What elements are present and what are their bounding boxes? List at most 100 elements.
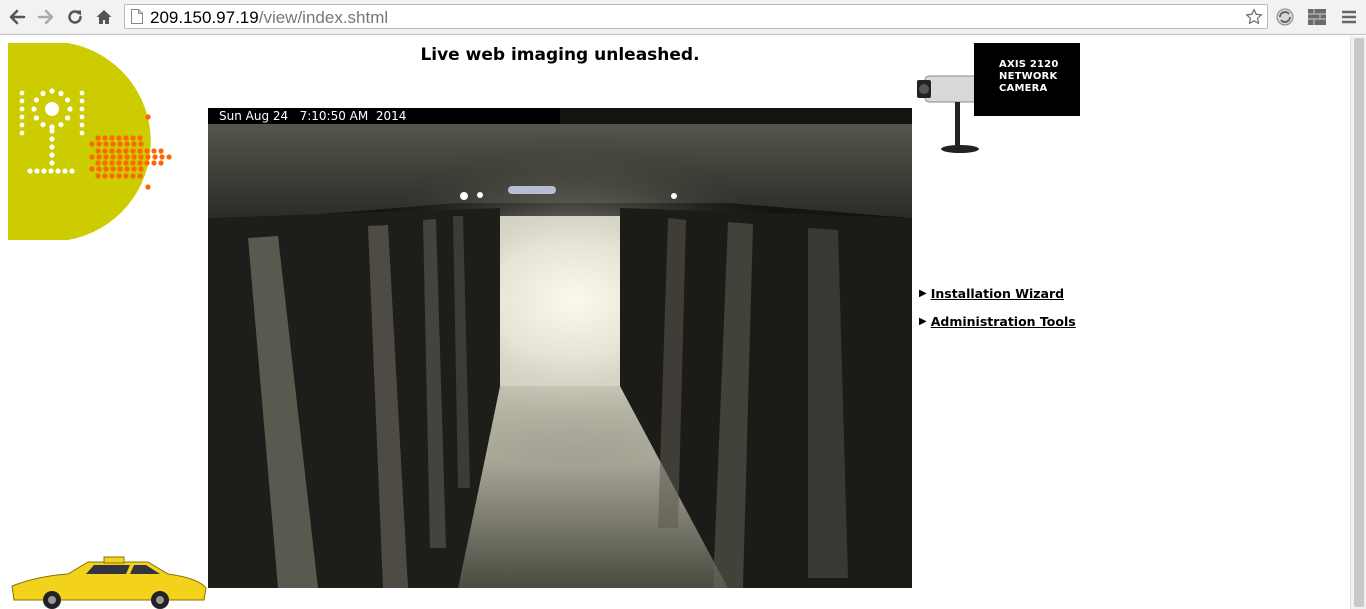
logo-dot: [123, 160, 129, 166]
logo-dot: [33, 115, 40, 121]
logo-dot: [102, 173, 108, 179]
logo-dot: [138, 154, 144, 160]
logo-dot: [102, 135, 108, 141]
logo-dot: [103, 154, 109, 160]
video-frame: [208, 108, 912, 588]
reload-icon: [68, 10, 82, 24]
logo-dot: [159, 154, 165, 160]
logo-dot: [145, 184, 151, 190]
logo-dot: [95, 135, 101, 141]
badge-line-1: AXIS 2120: [999, 59, 1059, 70]
browser-toolbar: 209.150.97.19/view/index.shtml: [0, 0, 1366, 35]
logo-dot: [131, 166, 137, 172]
logo-dot: [96, 141, 102, 147]
administration-tools-link[interactable]: Administration Tools: [931, 314, 1076, 329]
reload-button[interactable]: [64, 6, 86, 28]
logo-dot: [124, 166, 130, 172]
logo-dot: [130, 148, 136, 154]
logo-dot: [123, 173, 129, 179]
bookmark-star-icon[interactable]: [1245, 8, 1263, 26]
logo-dot: [27, 168, 33, 174]
triangle-right-icon: ▶: [919, 315, 927, 327]
axis-logo: [8, 43, 188, 240]
logo-dot: [49, 88, 55, 94]
back-icon: [9, 9, 26, 25]
logo-dot: [19, 98, 25, 104]
logo-dot: [145, 154, 151, 160]
logo-dot: [31, 106, 37, 112]
logo-dot: [137, 173, 143, 179]
logo-dot: [110, 154, 116, 160]
logo-dot: [79, 106, 85, 112]
logo-dot: [138, 166, 144, 172]
taxi-icon: [11, 556, 207, 609]
logo-dot: [40, 121, 46, 128]
logo-dot: [117, 166, 123, 172]
logo-dot: [116, 148, 122, 154]
logo-dot: [117, 154, 123, 160]
address-bar[interactable]: 209.150.97.19/view/index.shtml: [124, 4, 1268, 29]
logo-dot: [109, 148, 115, 154]
logo-dot: [130, 173, 136, 179]
logo-dot: [151, 148, 157, 154]
logo-dot: [49, 144, 55, 150]
logo-dot: [116, 173, 122, 179]
back-button[interactable]: [6, 6, 28, 28]
logo-dot: [45, 102, 59, 116]
extension-icon[interactable]: [1306, 6, 1328, 28]
logo-dot: [79, 90, 85, 96]
page-icon: [131, 9, 143, 24]
logo-dot: [89, 166, 95, 172]
logo-dot: [102, 160, 108, 166]
logo-dot: [151, 160, 157, 166]
logo-dot: [110, 141, 116, 147]
logo-dot: [158, 160, 164, 166]
logo-dot: [48, 168, 54, 174]
triangle-right-icon: ▶: [919, 287, 927, 299]
logo-dot: [64, 97, 71, 103]
logo-dot: [95, 148, 101, 154]
video-timestamp-bar: Sun Aug 24 7:10:50 AM 2014: [208, 108, 560, 124]
logo-dot: [89, 141, 95, 147]
logo-dot: [130, 160, 136, 166]
logo-dot: [158, 148, 164, 154]
logo-dot: [123, 135, 129, 141]
logo-dot: [79, 114, 85, 120]
logo-dot: [58, 121, 64, 128]
live-video-feed[interactable]: Sun Aug 24 7:10:50 AM 2014: [208, 108, 912, 588]
camera-product-image: AXIS 2120 NETWORK CAMERA: [915, 43, 1081, 158]
logo-dot: [49, 128, 55, 134]
logo-dot: [130, 135, 136, 141]
extension-icon[interactable]: [1274, 6, 1296, 28]
logo-dot: [138, 141, 144, 147]
installation-wizard-link[interactable]: Installation Wizard: [931, 286, 1064, 301]
logo-dot: [58, 90, 64, 97]
logo-dot: [124, 141, 130, 147]
logo-dot: [19, 106, 25, 112]
vertical-scrollbar[interactable]: [1350, 36, 1366, 609]
logo-dot: [79, 122, 85, 128]
logo-dot: [144, 148, 150, 154]
forward-button[interactable]: [35, 6, 57, 28]
logo-dot: [19, 90, 25, 96]
logo-dot: [79, 130, 85, 136]
logo-dot: [62, 168, 68, 174]
url-text[interactable]: 209.150.97.19/view/index.shtml: [150, 8, 388, 28]
menu-icon[interactable]: [1336, 6, 1362, 28]
logo-dot: [33, 97, 40, 103]
logo-dot: [137, 135, 143, 141]
camera-model-badge: AXIS 2120 NETWORK CAMERA: [974, 43, 1080, 116]
logo-dot: [102, 148, 108, 154]
scrollbar-thumb[interactable]: [1354, 38, 1364, 607]
logo-dot: [103, 166, 109, 172]
logo-dot: [109, 135, 115, 141]
logo-dot: [49, 136, 55, 142]
badge-line-3: CAMERA: [999, 83, 1048, 94]
logo-dot: [117, 141, 123, 147]
logo-dot: [131, 154, 137, 160]
logo-dot: [137, 148, 143, 154]
home-button[interactable]: [93, 6, 115, 28]
logo-dot: [89, 154, 95, 160]
taxi-image: [8, 556, 210, 609]
forward-icon: [37, 9, 54, 25]
